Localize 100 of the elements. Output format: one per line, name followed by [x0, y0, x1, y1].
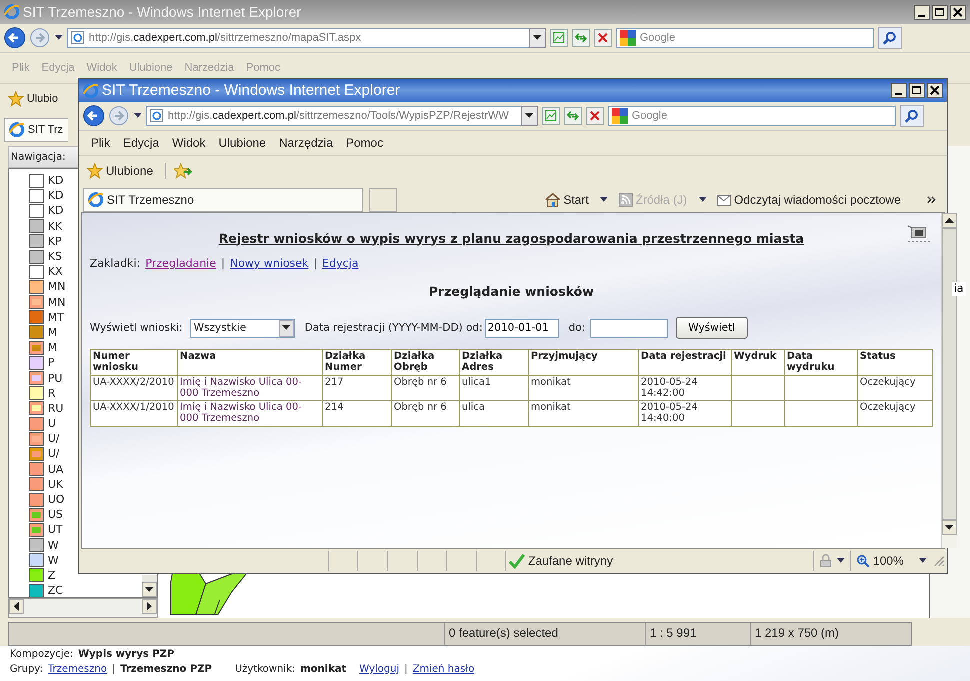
scroll-left-icon[interactable]	[9, 599, 24, 614]
legend-label: UK	[48, 478, 64, 490]
status-text: 1 : 5 991	[645, 623, 750, 645]
command-button[interactable]: Start	[544, 192, 609, 208]
command-button[interactable]: Odczytaj wiadomości pocztowe	[717, 193, 901, 207]
back-icon[interactable]	[83, 105, 105, 127]
search-field[interactable]: Google	[608, 106, 896, 126]
address-field[interactable]: http://gis.cadexpert.com.pl/sittrzemeszno/Tools/WypisPZP/RejestrWW	[146, 106, 522, 126]
legend-label: KD	[48, 175, 64, 186]
caret-icon[interactable]	[133, 113, 142, 119]
legend-label: W	[48, 554, 59, 566]
legend-label: KX	[48, 266, 63, 278]
scrollbar[interactable]	[941, 213, 957, 548]
user-name: monikat	[300, 664, 347, 676]
page-icon	[150, 109, 164, 123]
table-cell: ulica	[460, 400, 528, 426]
close-icon[interactable]	[950, 4, 966, 20]
link[interactable]: Zmień hasło	[412, 664, 475, 676]
scroll-down-icon[interactable]	[142, 582, 157, 597]
table-cell: ulica1	[460, 375, 528, 401]
search-icon[interactable]	[878, 27, 902, 49]
field-label: Wyświetl wnioski:	[90, 322, 183, 334]
date-field[interactable]	[590, 318, 668, 338]
separator: |	[314, 257, 318, 270]
legend-label: U	[48, 418, 56, 430]
legend-label: US	[48, 509, 64, 520]
column-header: Przyjmujący	[528, 350, 638, 376]
caret-icon	[836, 558, 846, 564]
favorites-button[interactable]: Ulubio	[8, 91, 58, 107]
menu-item[interactable]: Narzędzia	[279, 136, 334, 150]
scroll-up-icon[interactable]	[942, 213, 957, 228]
tab-link[interactable]: Edycja	[322, 257, 359, 270]
legend-label: MT	[48, 312, 64, 323]
check-icon	[509, 553, 526, 569]
browser-tab[interactable]: SIT Trz	[4, 118, 68, 142]
minimize-icon[interactable]	[914, 4, 930, 20]
composition-name: Wypis wyrys PZP	[78, 649, 174, 661]
legend-label: PU	[48, 372, 63, 384]
stop-icon[interactable]	[586, 107, 604, 125]
star-icon	[87, 163, 103, 179]
maximize-icon[interactable]	[909, 83, 925, 98]
maximize-icon[interactable]	[932, 4, 948, 20]
address-field[interactable]: http://gis.cadexpert.com.pl/sittrzemeszno/mapaSIT.aspx	[67, 28, 530, 48]
scrollbar[interactable]	[8, 598, 158, 618]
stop-icon[interactable]	[594, 29, 612, 47]
panel-label: ia	[952, 282, 966, 296]
show-button[interactable]: Wyświetl	[676, 317, 748, 339]
house-icon	[544, 192, 561, 208]
zoom-button[interactable]: 100%	[850, 551, 933, 571]
legend-label: UO	[48, 494, 65, 506]
back-icon[interactable]	[4, 27, 26, 49]
browser-logo-icon	[83, 82, 99, 98]
star-icon	[8, 91, 24, 107]
browser-tab[interactable]: SIT Trzemeszno	[83, 188, 363, 212]
scroll-down-icon[interactable]	[942, 520, 957, 535]
legend-label: R	[48, 388, 56, 399]
caret-icon[interactable]	[54, 35, 63, 41]
column-header: Nazwa	[178, 350, 322, 376]
close-icon[interactable]	[927, 83, 943, 98]
field-label: do:	[568, 322, 586, 334]
caret-icon[interactable]	[600, 197, 609, 203]
legend-label: ZC	[48, 585, 64, 596]
legend-label: MN	[48, 281, 66, 292]
legend-label: M	[48, 326, 58, 338]
feed-icon	[618, 193, 633, 207]
scroll-thumb[interactable]	[942, 228, 957, 520]
group-link[interactable]: Trzemeszno PZP	[120, 664, 212, 676]
dropdown[interactable]: Wszystkie	[190, 318, 295, 338]
link[interactable]: Wyloguj	[360, 664, 400, 676]
table-cell: 2010-05-24 14:40:00	[638, 400, 732, 426]
legend-label: U/	[48, 433, 60, 444]
status-text: 0 feature(s) selected	[444, 623, 645, 645]
add-favorite-icon[interactable]	[165, 163, 192, 179]
search-icon[interactable]	[900, 105, 924, 127]
chevron-icon[interactable]	[927, 196, 937, 204]
column-header: Status	[858, 350, 932, 376]
column-header: Działka Obręb	[392, 350, 460, 376]
table-cell: Obręb nr 6	[392, 400, 460, 426]
refresh-icon[interactable]	[572, 29, 590, 47]
table-cell: UA-XXXX/1/2010	[90, 400, 178, 426]
menu-item[interactable]: Ulubione	[218, 136, 266, 150]
menu-item[interactable]: Pomoc	[346, 136, 384, 150]
legend-label: W	[48, 540, 59, 551]
legend-label: MN	[48, 296, 66, 308]
search-field[interactable]: Google	[616, 28, 874, 48]
legend-label: U/	[48, 448, 60, 460]
refresh-icon[interactable]	[564, 107, 582, 125]
menu-item[interactable]: Widok	[172, 136, 206, 150]
tab-link[interactable]: Nowy wniosek	[230, 257, 309, 270]
browser-logo-icon	[88, 192, 104, 208]
scroll-right-icon[interactable]	[142, 599, 157, 614]
table-cell: Oczekujący	[858, 375, 932, 401]
group-link[interactable]: Trzemeszno	[48, 664, 108, 676]
resize-grip-icon[interactable]	[933, 555, 945, 567]
table-cell: Imię i Nazwisko Ulica 00-000 Trzemeszno	[178, 400, 322, 426]
tab-link[interactable]: Przegladanie	[146, 257, 216, 270]
separator: |	[112, 664, 116, 676]
minimize-icon[interactable]	[891, 83, 907, 98]
table-cell: UA-XXXX/2/2010	[90, 375, 178, 401]
date-field[interactable]: 2010-01-01	[484, 318, 559, 338]
